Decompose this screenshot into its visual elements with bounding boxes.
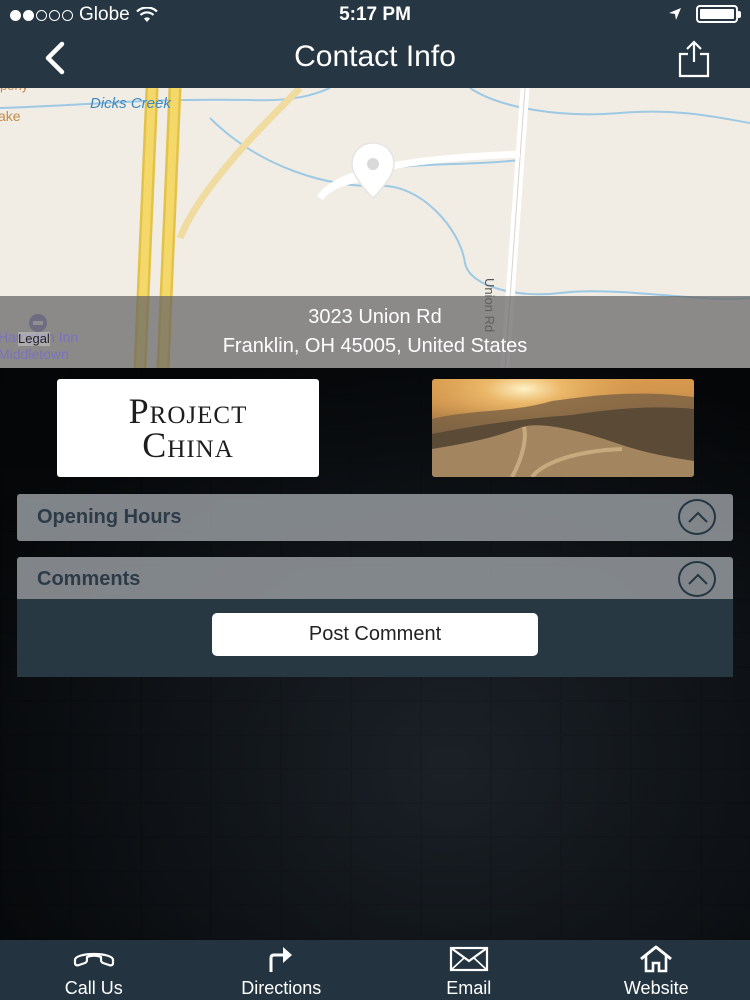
tab-website[interactable]: Website	[563, 940, 750, 1000]
location-arrow-icon	[669, 8, 681, 20]
tab-email[interactable]: Email	[375, 940, 563, 1000]
top-bar: Globe 5:17 PM Contact Info	[0, 0, 750, 88]
opening-hours-section[interactable]: Opening Hours	[17, 494, 733, 541]
map-legal-link[interactable]: Legal	[18, 332, 50, 346]
tab-directions[interactable]: Directions	[188, 940, 376, 1000]
share-button[interactable]	[676, 38, 712, 78]
comments-section[interactable]: Comments	[17, 557, 733, 599]
great-wall-photo[interactable]	[432, 379, 694, 477]
tab-call-us-label: Call Us	[64, 978, 123, 998]
business-logo: Project China	[57, 379, 319, 477]
status-bar: Globe 5:17 PM	[0, 0, 750, 30]
navigation-bar: Contact Info	[0, 30, 750, 88]
address-line-2: Franklin, OH 45005, United States	[222, 335, 528, 357]
bottom-tab-bar: Call Us Directions Email Website	[0, 940, 750, 1000]
envelope-icon	[449, 946, 488, 972]
map-label-partial: ake	[0, 108, 21, 124]
tab-directions-label: Directions	[241, 978, 322, 998]
logo-line-1: Project	[128, 391, 248, 431]
status-right	[668, 5, 741, 23]
tab-call-us[interactable]: Call Us	[0, 940, 188, 1000]
chevron-up-icon	[688, 511, 708, 523]
opening-hours-label: Opening Hours	[37, 506, 182, 528]
status-time: 5:17 PM	[339, 4, 411, 25]
battery-icon	[696, 5, 741, 23]
map-pin-icon[interactable]	[351, 142, 395, 200]
post-comment-button[interactable]: Post Comment	[212, 613, 538, 656]
comments-label: Comments	[37, 568, 141, 590]
location-map[interactable]: Dicks Creek ake pony Union Rd Hampton In…	[0, 88, 750, 368]
address-line-1: 3023 Union Rd	[308, 306, 442, 328]
map-label-creek: Dicks Creek	[90, 95, 171, 112]
home-icon	[640, 945, 673, 973]
directions-arrow-icon	[269, 947, 293, 972]
comments-body: Post Comment	[17, 599, 733, 677]
collapse-comments-button[interactable]	[678, 561, 716, 597]
chevron-up-icon	[688, 573, 708, 585]
map-label-partial-top: pony	[0, 88, 28, 93]
address-overlay: Hampton Inn Legal Middletown 3023 Union …	[0, 296, 750, 368]
expand-opening-hours-button[interactable]	[678, 499, 716, 535]
phone-icon	[73, 952, 114, 967]
logo-line-2: China	[142, 425, 234, 465]
map-label-poi-city: Middletown	[0, 346, 69, 362]
tab-website-label: Website	[623, 978, 689, 998]
tab-email-label: Email	[446, 978, 492, 998]
page-title: Contact Info	[294, 40, 456, 73]
